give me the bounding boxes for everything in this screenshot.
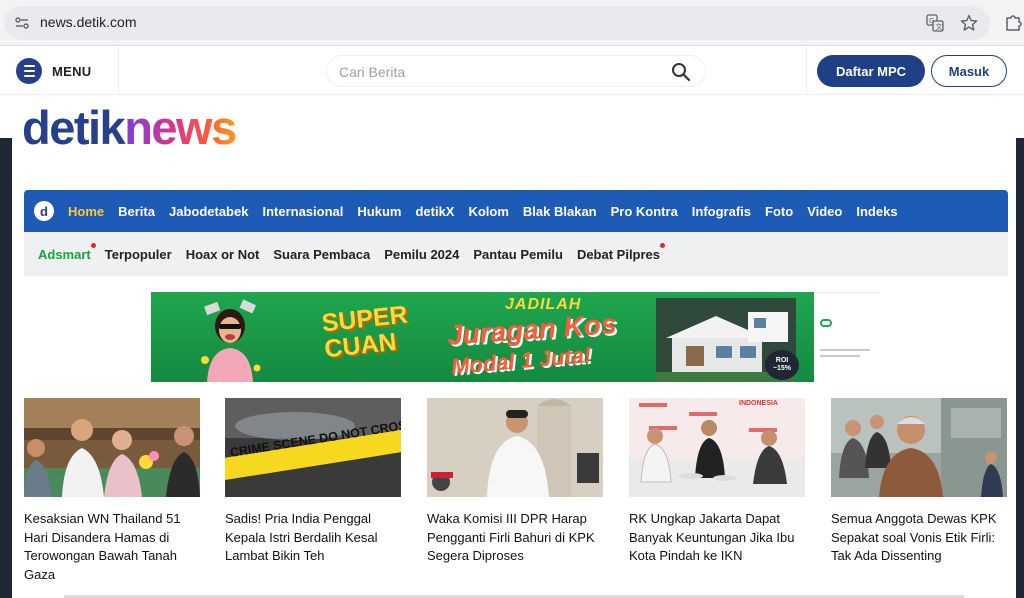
news-card[interactable]: CRIME SCENE DO NOT CROSS Sadis! Pria Ind…: [225, 398, 401, 566]
translate-icon[interactable]: G 文: [926, 14, 944, 32]
nav-item-indeks[interactable]: Indeks: [856, 204, 897, 219]
news-thumbnail[interactable]: [831, 398, 1007, 497]
nav-item-foto[interactable]: Foto: [765, 204, 793, 219]
ad-line-cuan: CUAN: [323, 327, 398, 364]
search-icon[interactable]: [671, 62, 691, 82]
search-box: [326, 55, 706, 87]
header-divider: [806, 47, 807, 95]
news-card[interactable]: Waka Komisi III DPR Harap Pengganti Firl…: [427, 398, 603, 566]
ad-side-logo-icon: [820, 319, 832, 327]
menu-button[interactable]: MENU: [16, 57, 91, 85]
subnav-item-adsmart[interactable]: Adsmart: [38, 242, 96, 262]
ad-roi-label: ROI: [775, 357, 789, 364]
extensions-icon[interactable]: [1004, 12, 1024, 32]
ad-roi-badge: ROI ~15%: [765, 350, 799, 380]
site-header: MENU Daftar MPC Masuk: [0, 47, 1024, 95]
search-input[interactable]: [339, 61, 659, 83]
news-title[interactable]: Kesaksian WN Thailand 51 Hari Disandera …: [24, 510, 200, 584]
notification-dot: [660, 242, 666, 248]
star-icon[interactable]: [960, 14, 978, 32]
ad-roi-value: ~15%: [772, 365, 792, 372]
subnav-item-label: Debat Pilpres: [576, 246, 661, 262]
nav-item-infografis[interactable]: Infografis: [692, 204, 751, 219]
main-navigation: d Home Berita Jabodetabek Internasional …: [24, 190, 1008, 232]
hamburger-icon: [16, 58, 42, 84]
logo-part-news: news: [124, 101, 237, 154]
nav-item-blak-blakan[interactable]: Blak Blakan: [523, 204, 597, 219]
page-side-background: [1016, 138, 1024, 598]
news-thumbnail[interactable]: INDONESIA: [629, 398, 805, 497]
subnav-item-hoax-or-not[interactable]: Hoax or Not: [186, 247, 260, 262]
subnav-item-pantau-pemilu[interactable]: Pantau Pemilu: [473, 247, 563, 262]
ad-headline: SUPER CUAN: [320, 301, 412, 364]
nav-item-jabodetabek[interactable]: Jabodetabek: [169, 204, 248, 219]
svg-text:文: 文: [936, 22, 943, 31]
nav-item-berita[interactable]: Berita: [118, 204, 155, 219]
nav-logo-letter: d: [40, 203, 48, 219]
address-bar[interactable]: news.detik.com G 文: [4, 6, 990, 40]
menu-label: MENU: [52, 63, 92, 79]
detik-d-icon[interactable]: d: [34, 201, 54, 221]
browser-toolbar: news.detik.com G 文: [0, 0, 1024, 46]
url-text: news.detik.com: [40, 14, 137, 30]
ad-side-line: [820, 355, 860, 357]
news-thumbnail[interactable]: CRIME SCENE DO NOT CROSS: [225, 398, 401, 497]
news-thumbnail[interactable]: [427, 398, 603, 497]
subnav-item-pemilu-2024[interactable]: Pemilu 2024: [384, 247, 459, 262]
ad-side-panel: [814, 292, 880, 382]
login-button[interactable]: Masuk: [931, 55, 1007, 87]
nav-item-kolom[interactable]: Kolom: [468, 204, 508, 219]
news-title[interactable]: Sadis! Pria India Penggal Kepala Istri B…: [225, 510, 401, 566]
ad-person-illustration: [201, 299, 261, 382]
detiknews-logo[interactable]: detiknews: [22, 100, 237, 156]
advertisement-banner[interactable]: SUPER CUAN JADILAH Juragan Kos Modal 1 Ju…: [151, 292, 814, 382]
news-card[interactable]: Kesaksian WN Thailand 51 Hari Disandera …: [24, 398, 200, 584]
news-card[interactable]: INDONESIA RK Ungkap Jakarta Dapat Banyak…: [629, 398, 805, 566]
subnav-item-suara-pembaca[interactable]: Suara Pembaca: [273, 247, 370, 262]
news-title[interactable]: RK Ungkap Jakarta Dapat Banyak Keuntunga…: [629, 510, 805, 566]
notification-dot: [90, 242, 96, 248]
nav-item-internasional[interactable]: Internasional: [262, 204, 343, 219]
news-title[interactable]: Waka Komisi III DPR Harap Pengganti Firl…: [427, 510, 603, 566]
ad-side-line: [820, 349, 870, 351]
header-divider: [118, 47, 119, 95]
subnav-item-terpopuler[interactable]: Terpopuler: [105, 247, 172, 262]
nav-item-detikx[interactable]: detikX: [415, 204, 454, 219]
register-button[interactable]: Daftar MPC: [817, 55, 925, 87]
page-side-background: [0, 138, 12, 598]
news-thumbnail[interactable]: [24, 398, 200, 497]
news-title[interactable]: Semua Anggota Dewas KPK Sepakat soal Von…: [831, 510, 1007, 566]
nav-item-video[interactable]: Video: [807, 204, 842, 219]
svg-text:G: G: [929, 17, 934, 25]
site-info-icon[interactable]: [14, 15, 30, 31]
sub-navigation: Adsmart Terpopuler Hoax or Not Suara Pem…: [24, 232, 1008, 276]
logo-part-detik: detik: [22, 101, 126, 154]
subnav-item-label: Adsmart: [38, 246, 91, 262]
subnav-item-debat-pilpres[interactable]: Debat Pilpres: [576, 242, 666, 262]
banner-text-indonesia: INDONESIA: [739, 400, 778, 407]
nav-item-hukum[interactable]: Hukum: [357, 204, 401, 219]
nav-item-pro-kontra[interactable]: Pro Kontra: [611, 204, 678, 219]
nav-item-home[interactable]: Home: [68, 204, 104, 219]
news-card[interactable]: Semua Anggota Dewas KPK Sepakat soal Von…: [831, 398, 1007, 566]
ad-juragan-text: Juragan Kos: [446, 308, 618, 351]
